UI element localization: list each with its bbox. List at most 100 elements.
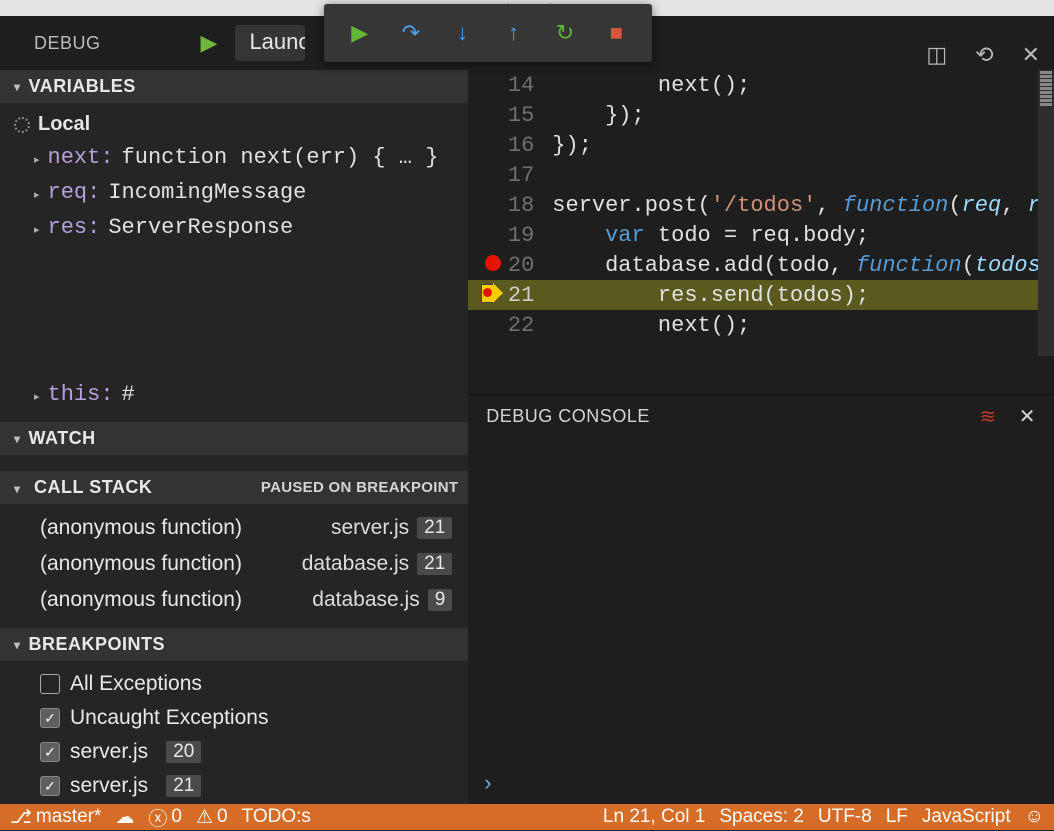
line-number: 22 — [504, 313, 552, 338]
debug-config-dropdown[interactable]: Launch — [235, 25, 305, 61]
eol[interactable]: LF — [886, 806, 908, 828]
breakpoints-body: All Exceptions✓ Uncaught Exceptions✓ ser… — [0, 661, 468, 813]
variables-section-header[interactable]: ▾ VARIABLES — [0, 70, 468, 103]
gutter[interactable] — [468, 253, 504, 278]
editor-area: 14 next(); 15 }); 16 }); 17 18 server.po… — [468, 70, 1054, 804]
variable-row[interactable]: ▸ next: function next(err) { … } — [0, 140, 468, 175]
variable-value: function next(err) { … } — [122, 145, 439, 170]
code-line[interactable]: 14 next(); — [468, 70, 1054, 100]
debug-view-title: DEBUG — [34, 33, 101, 54]
breakpoint-row[interactable]: ✓ Uncaught Exceptions — [0, 701, 468, 735]
errors-count[interactable]: ⓧ 0 — [148, 804, 182, 831]
variable-name: next: — [48, 145, 114, 170]
cursor-position[interactable]: Ln 21, Col 1 — [603, 806, 705, 828]
continue-button[interactable]: ▶ — [346, 20, 374, 46]
step-into-button[interactable]: ↓ — [448, 20, 476, 46]
debug-console-input[interactable]: › — [468, 762, 1054, 804]
breakpoint-checkbox[interactable]: ✓ — [40, 708, 60, 728]
cloud-icon: ☁ — [115, 806, 134, 829]
warning-icon: ⚠ — [196, 806, 213, 829]
variable-row[interactable]: ▸ req: IncomingMessage — [0, 175, 468, 210]
breakpoint-checkbox[interactable] — [40, 674, 60, 694]
code-line[interactable]: 20 database.add(todo, function(todos) — [468, 250, 1054, 280]
close-panel-icon[interactable]: ✕ — [1019, 404, 1036, 429]
code-line[interactable]: 15 }); — [468, 100, 1054, 130]
debug-console-header: DEBUG CONSOLE ≋ ✕ — [468, 394, 1054, 438]
callstack-body: (anonymous function) server.js 21(anonym… — [0, 504, 468, 628]
line-content: next(); — [552, 313, 750, 338]
restart-button[interactable]: ↻ — [551, 20, 579, 46]
chevron-right-icon: ▸ — [34, 223, 40, 237]
loading-spinner-icon — [14, 117, 30, 133]
git-sync[interactable]: ☁ — [115, 806, 134, 829]
code-line[interactable]: 17 — [468, 160, 1054, 190]
variable-value: ServerResponse — [108, 215, 293, 240]
line-content: var todo = req.body; — [552, 223, 869, 248]
step-out-button[interactable]: ↑ — [500, 20, 528, 46]
breakpoint-row[interactable]: ✓ server.js20 — [0, 735, 468, 769]
code-line[interactable]: 18 server.post('/todos', function(req, r — [468, 190, 1054, 220]
stop-button[interactable]: ■ — [602, 20, 630, 46]
frame-file: server.js — [331, 516, 409, 540]
line-content: next(); — [552, 73, 750, 98]
variable-row[interactable]: ▸ res: ServerResponse — [0, 210, 468, 245]
line-number: 17 — [504, 163, 552, 188]
chevron-down-icon: ▾ — [14, 482, 21, 496]
callstack-frame[interactable]: (anonymous function) database.js 9 — [0, 582, 468, 618]
code-line[interactable]: 16 }); — [468, 130, 1054, 160]
debug-sidebar: ▾ VARIABLES Local ▸ next: function next(… — [0, 70, 468, 804]
chevron-right-icon: ▸ — [34, 390, 40, 404]
encoding[interactable]: UTF-8 — [818, 806, 872, 828]
todos[interactable]: TODO:s — [242, 806, 311, 828]
callstack-frame[interactable]: (anonymous function) server.js 21 — [0, 510, 468, 546]
debug-console-output[interactable] — [468, 438, 1054, 762]
variables-title: VARIABLES — [29, 76, 136, 97]
breakpoint-line: 21 — [166, 775, 201, 797]
breakpoint-icon[interactable] — [485, 255, 501, 271]
line-content: server.post('/todos', function(req, r — [552, 193, 1041, 218]
breakpoints-section-header[interactable]: ▾ BREAKPOINTS — [0, 628, 468, 661]
split-editor-icon[interactable]: ◫ — [926, 42, 947, 68]
breakpoint-row[interactable]: ✓ server.js21 — [0, 769, 468, 803]
breakpoint-row[interactable]: All Exceptions — [0, 667, 468, 701]
variable-value: IncomingMessage — [108, 180, 306, 205]
watch-title: WATCH — [29, 428, 96, 449]
line-number: 16 — [504, 133, 552, 158]
minimap[interactable] — [1038, 70, 1054, 356]
show-opened-icon[interactable]: ⟲ — [975, 42, 993, 68]
breakpoint-checkbox[interactable]: ✓ — [40, 742, 60, 762]
code-line[interactable]: 21 res.send(todos); — [468, 280, 1054, 310]
variable-name: res: — [48, 215, 101, 240]
gutter[interactable] — [468, 283, 504, 308]
close-editor-icon[interactable]: ✕ — [1022, 42, 1040, 68]
variable-row[interactable]: ▸ this: # — [0, 245, 468, 412]
code-line[interactable]: 22 next(); — [468, 310, 1054, 340]
frame-file: database.js — [302, 552, 409, 576]
editor-actions: ◫ ⟲ ✕ — [926, 42, 1040, 68]
chevron-right-icon: ▸ — [34, 188, 40, 202]
chevron-right-icon: ▸ — [34, 153, 40, 167]
warnings-count[interactable]: ⚠ 0 — [196, 806, 228, 829]
code-line[interactable]: 19 var todo = req.body; — [468, 220, 1054, 250]
indentation[interactable]: Spaces: 2 — [719, 806, 804, 828]
console-prompt-icon: › — [484, 770, 491, 796]
variables-body: Local ▸ next: function next(err) { … }▸ … — [0, 103, 468, 422]
debug-toolbar[interactable]: ▶ ↷ ↓ ↑ ↻ ■ — [324, 4, 652, 62]
variables-scope-local[interactable]: Local — [0, 109, 468, 140]
step-over-button[interactable]: ↷ — [397, 20, 425, 46]
callstack-frame[interactable]: (anonymous function) database.js 21 — [0, 546, 468, 582]
code-editor[interactable]: 14 next(); 15 }); 16 }); 17 18 server.po… — [468, 70, 1054, 394]
debug-console-title: DEBUG CONSOLE — [486, 406, 650, 427]
git-branch[interactable]: ⎇ master* — [10, 806, 101, 829]
chevron-down-icon: ▾ — [14, 638, 21, 652]
start-debug-button[interactable]: ▶ — [201, 30, 218, 56]
watch-section-header[interactable]: ▾ WATCH — [0, 422, 468, 455]
callstack-status: PAUSED ON BREAKPOINT — [261, 479, 458, 496]
breakpoint-label: Uncaught Exceptions — [70, 706, 268, 730]
feedback-icon[interactable]: ☺ — [1025, 806, 1044, 828]
breakpoint-checkbox[interactable]: ✓ — [40, 776, 60, 796]
clear-console-icon[interactable]: ≋ — [979, 404, 996, 429]
language-mode[interactable]: JavaScript — [922, 806, 1011, 828]
callstack-section-header[interactable]: ▾ CALL STACK PAUSED ON BREAKPOINT — [0, 471, 468, 504]
line-number: 21 — [504, 283, 552, 308]
